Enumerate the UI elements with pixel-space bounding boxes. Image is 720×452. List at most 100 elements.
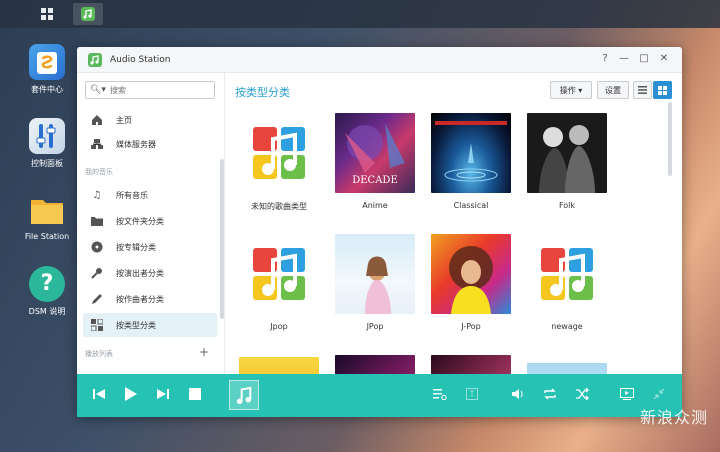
genre-label: 未知的歌曲类型 bbox=[229, 201, 329, 212]
sidebar: 🔍︎▾ 主页 媒体服务器 我的音乐 ♫ 所有音乐 按文件夹分类 bbox=[77, 73, 225, 375]
list-view-button[interactable] bbox=[633, 81, 652, 99]
stop-button[interactable] bbox=[185, 384, 205, 404]
search-box[interactable]: 🔍︎▾ bbox=[85, 81, 215, 99]
album-cover bbox=[431, 234, 511, 314]
genre-label: J-Pop bbox=[421, 322, 521, 331]
main-content: 按类型分类 操作 ▾ 设置 未知的歌曲类型 bbox=[225, 73, 682, 375]
sidebar-item-media-server[interactable]: 媒体服务器 bbox=[83, 132, 217, 156]
genre-label: Folk bbox=[517, 201, 617, 210]
genre-tile-classical[interactable]: Classical bbox=[431, 113, 511, 193]
desktop-icon-file-station[interactable]: File Station bbox=[18, 192, 76, 241]
window-title: Audio Station bbox=[110, 55, 170, 65]
play-button[interactable] bbox=[121, 384, 141, 404]
add-playlist-button[interactable]: + bbox=[199, 345, 209, 359]
genre-tile-jpop-1[interactable]: Jpop bbox=[239, 234, 319, 314]
collapse-icon bbox=[653, 388, 665, 400]
music-tiles-icon bbox=[539, 246, 595, 302]
next-button[interactable] bbox=[153, 384, 173, 404]
list-icon bbox=[638, 86, 647, 94]
genre-tile-newage[interactable]: newage bbox=[527, 234, 607, 314]
maximize-button[interactable]: □ bbox=[638, 53, 650, 65]
playlist-icon bbox=[433, 388, 447, 400]
main-menu-button[interactable] bbox=[32, 3, 62, 25]
sidebar-item-label: 主页 bbox=[116, 115, 132, 126]
folder-icon bbox=[29, 192, 65, 228]
package-center-icon bbox=[29, 44, 65, 80]
genre-label: Classical bbox=[421, 201, 521, 210]
genre-cover bbox=[239, 113, 319, 193]
window-titlebar[interactable]: Audio Station ? — □ ✕ bbox=[77, 47, 682, 73]
repeat-button[interactable] bbox=[540, 384, 560, 404]
sidebar-item-all-music[interactable]: ♫ 所有音乐 bbox=[83, 183, 217, 207]
genre-tile-j-pop[interactable]: J-Pop bbox=[431, 234, 511, 314]
play-icon bbox=[124, 386, 138, 402]
watermark: 新浪众测 bbox=[640, 404, 708, 428]
stop-icon bbox=[189, 388, 201, 400]
genre-tile-folk[interactable]: Folk bbox=[527, 113, 607, 193]
sidebar-item-by-folder[interactable]: 按文件夹分类 bbox=[83, 209, 217, 233]
desktop-icon-label: File Station bbox=[25, 232, 69, 241]
volume-button[interactable] bbox=[508, 384, 528, 404]
settings-button[interactable]: 设置 bbox=[597, 81, 629, 99]
album-cover bbox=[431, 355, 511, 375]
sidebar-item-label: 按作曲者分类 bbox=[116, 294, 164, 305]
genre-tile-row3-3[interactable] bbox=[431, 355, 511, 375]
now-playing-artwork[interactable] bbox=[229, 380, 259, 410]
music-note-icon: ♫ bbox=[90, 188, 104, 202]
music-tiles-icon bbox=[233, 384, 255, 406]
sidebar-item-by-composer[interactable]: 按作曲者分类 bbox=[83, 287, 217, 311]
help-button[interactable]: ? bbox=[599, 53, 611, 65]
mini-player-button[interactable] bbox=[617, 384, 637, 404]
sidebar-item-label: 按文件夹分类 bbox=[116, 216, 164, 227]
sidebar-item-label: 按专辑分类 bbox=[116, 242, 156, 253]
minimize-button[interactable]: — bbox=[618, 53, 630, 65]
help-icon: ? bbox=[29, 266, 65, 302]
pen-icon bbox=[90, 292, 104, 306]
genre-tile-row3-1[interactable] bbox=[239, 357, 319, 375]
genre-label: newage bbox=[517, 322, 617, 331]
search-input[interactable] bbox=[110, 84, 210, 96]
sidebar-item-by-genre[interactable]: 按类型分类 bbox=[83, 313, 217, 337]
queue-button[interactable] bbox=[430, 384, 450, 404]
grid-view-button[interactable] bbox=[653, 81, 672, 99]
desktop-icon-package-center[interactable]: 套件中心 bbox=[18, 44, 76, 95]
sidebar-item-by-album[interactable]: 按专辑分类 bbox=[83, 235, 217, 259]
genre-tile-row3-2[interactable] bbox=[335, 355, 415, 375]
sidebar-item-home[interactable]: 主页 bbox=[83, 108, 217, 132]
album-cover bbox=[431, 113, 511, 193]
desktop-icon-label: 套件中心 bbox=[31, 85, 63, 94]
folder-icon bbox=[90, 214, 104, 228]
skip-previous-icon bbox=[92, 387, 106, 401]
audio-station-icon bbox=[88, 53, 102, 67]
lyrics-button[interactable] bbox=[462, 384, 482, 404]
album-cover: DECADE bbox=[335, 113, 415, 193]
grid-icon bbox=[658, 86, 667, 95]
desktop-icon-control-panel[interactable]: 控制面板 bbox=[18, 118, 76, 169]
desktop-icon-dsm-help[interactable]: ? DSM 说明 bbox=[18, 266, 76, 317]
grid-icon bbox=[90, 318, 104, 332]
skip-next-icon bbox=[156, 387, 170, 401]
genre-tile-anime[interactable]: DECADE Anime bbox=[335, 113, 415, 193]
close-button[interactable]: ✕ bbox=[658, 53, 670, 65]
collapse-button[interactable] bbox=[649, 384, 669, 404]
sidebar-item-label: 按类型分类 bbox=[116, 320, 156, 331]
sidebar-scrollbar[interactable] bbox=[220, 159, 224, 319]
actions-dropdown[interactable]: 操作 ▾ bbox=[550, 81, 592, 99]
sidebar-item-label: 媒体服务器 bbox=[116, 139, 156, 150]
desktop-icon-label: DSM 说明 bbox=[29, 307, 66, 316]
shuffle-button[interactable] bbox=[572, 384, 592, 404]
home-icon bbox=[90, 113, 104, 127]
taskbar-audio-station[interactable] bbox=[73, 3, 103, 25]
genre-tile-unknown[interactable]: 未知的歌曲类型 bbox=[239, 113, 319, 193]
album-cover bbox=[239, 357, 319, 375]
volume-icon bbox=[511, 388, 525, 400]
genre-tile-jpop-2[interactable]: JPop bbox=[335, 234, 415, 314]
grid-menu-icon bbox=[41, 8, 53, 20]
screen-icon bbox=[620, 388, 634, 400]
sidebar-item-by-artist[interactable]: 按演出者分类 bbox=[83, 261, 217, 285]
previous-button[interactable] bbox=[89, 384, 109, 404]
main-scrollbar[interactable] bbox=[668, 102, 672, 176]
music-tiles-icon bbox=[251, 246, 307, 302]
music-tiles-icon bbox=[251, 125, 307, 181]
genre-label: JPop bbox=[325, 322, 425, 331]
